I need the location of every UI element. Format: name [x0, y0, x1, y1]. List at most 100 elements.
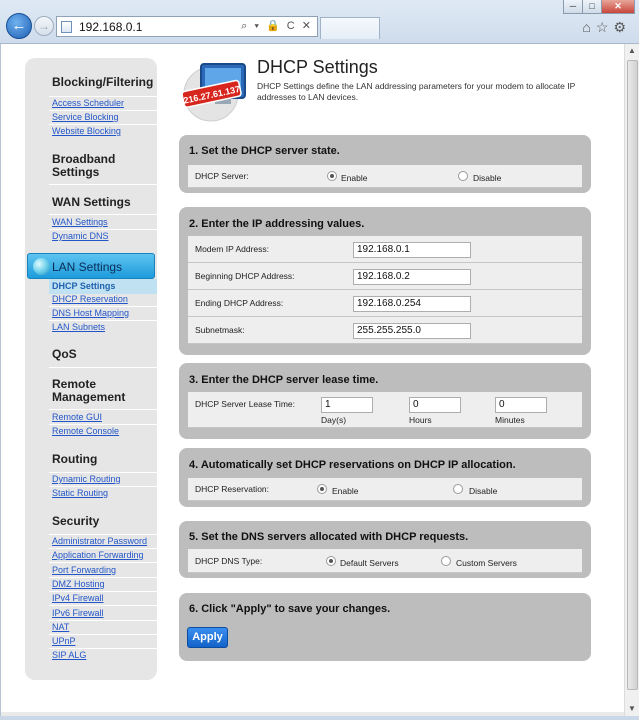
sidebar-item-administrator-password[interactable]: Administrator Password: [52, 536, 147, 546]
minimize-button[interactable]: ─: [563, 0, 583, 14]
sidebar-item-service-blocking[interactable]: Service Blocking: [52, 112, 119, 122]
back-arrow-icon: ←: [11, 17, 27, 34]
sidebar-item-website-blocking[interactable]: Website Blocking: [52, 126, 121, 136]
close-button[interactable]: ✕: [601, 0, 635, 14]
sidebar-item-dhcp-settings-label: DHCP Settings: [52, 281, 116, 291]
home-icon[interactable]: ⌂: [582, 19, 595, 35]
dhcp-reservation-disable-label[interactable]: Disable: [469, 486, 497, 496]
divider: [49, 605, 157, 606]
sidebar-item-wan-settings[interactable]: WAN Settings: [52, 217, 108, 227]
sidebar-item-static-routing[interactable]: Static Routing: [52, 488, 108, 498]
vertical-scrollbar[interactable]: ▲ ▼: [624, 44, 639, 716]
dns-default-servers-radio[interactable]: [326, 556, 336, 566]
section-title: 4. Automatically set DHCP reservations o…: [189, 459, 516, 471]
section-title: 5. Set the DNS servers allocated with DH…: [189, 531, 469, 543]
lease-time-label: DHCP Server Lease Time:: [195, 399, 295, 409]
dhcp-reservation-enable-radio[interactable]: [317, 484, 327, 494]
subnetmask-input[interactable]: 255.255.255.0: [353, 323, 471, 339]
dhcp-reservation-label: DHCP Reservation:: [195, 484, 270, 494]
section-title: 3. Enter the DHCP server lease time.: [189, 374, 379, 386]
divider: [49, 634, 157, 635]
form-row: Ending DHCP Address: 192.168.0.254: [188, 290, 582, 317]
section-dhcp-reservations: 4. Automatically set DHCP reservations o…: [179, 448, 591, 507]
scroll-up-icon[interactable]: ▲: [625, 44, 639, 58]
section-title: 2. Enter the IP addressing values.: [189, 218, 365, 230]
dns-custom-servers-label[interactable]: Custom Servers: [456, 558, 517, 568]
section-apply: 6. Click "Apply" to save your changes. A…: [179, 593, 591, 661]
sidebar-item-dhcp-reservation[interactable]: DHCP Reservation: [52, 294, 128, 304]
sidebar-heading-remote[interactable]: Remote Management: [25, 378, 157, 404]
section-lease-time: 3. Enter the DHCP server lease time. DHC…: [179, 363, 591, 439]
sidebar-item-lan-subnets[interactable]: LAN Subnets: [52, 322, 105, 332]
sidebar-heading-wan[interactable]: WAN Settings: [25, 196, 157, 209]
dhcp-server-enable-label[interactable]: Enable: [341, 173, 367, 183]
lease-minutes-input[interactable]: 0: [495, 397, 547, 413]
dhcp-server-enable-radio[interactable]: [327, 171, 337, 181]
back-button[interactable]: ←: [6, 13, 32, 39]
gear-icon[interactable]: ⚙: [613, 19, 631, 35]
forward-button[interactable]: →: [34, 16, 54, 36]
sidebar-item-application-forwarding[interactable]: Application Forwarding: [52, 550, 144, 560]
dhcp-reservation-disable-radio[interactable]: [453, 484, 463, 494]
maximize-button[interactable]: □: [582, 0, 602, 14]
minutes-label: Minutes: [495, 415, 525, 425]
dhcp-server-disable-radio[interactable]: [458, 171, 468, 181]
sidebar-item-dhcp-settings[interactable]: DHCP Settings: [49, 279, 157, 294]
scrollbar-thumb[interactable]: [627, 60, 638, 690]
sidebar-item-dns-host-mapping[interactable]: DNS Host Mapping: [52, 308, 129, 318]
sidebar-heading-routing[interactable]: Routing: [25, 453, 157, 466]
sidebar-item-remote-gui[interactable]: Remote GUI: [52, 412, 102, 422]
divider: [49, 577, 157, 578]
lease-hours-input[interactable]: 0: [409, 397, 461, 413]
divider: [49, 648, 157, 649]
beginning-dhcp-input[interactable]: 192.168.0.2: [353, 269, 471, 285]
section-title: 1. Set the DHCP server state.: [189, 145, 340, 157]
apply-button[interactable]: Apply: [187, 627, 228, 648]
section-ip-addressing: 2. Enter the IP addressing values. Modem…: [179, 207, 591, 355]
divider: [49, 486, 157, 487]
dns-default-servers-label[interactable]: Default Servers: [340, 558, 399, 568]
sidebar-item-ipv4-firewall[interactable]: IPv4 Firewall: [52, 593, 104, 603]
sidebar-heading-lan[interactable]: LAN Settings: [27, 253, 155, 279]
window-controls: ─ □ ✕: [563, 0, 635, 14]
page-content: Blocking/Filtering Access Scheduler Serv…: [0, 44, 625, 716]
divider: [49, 591, 157, 592]
star-icon[interactable]: ☆: [596, 19, 614, 35]
sidebar-item-access-scheduler[interactable]: Access Scheduler: [52, 98, 124, 108]
sidebar-heading-blocking[interactable]: Blocking/Filtering: [25, 76, 157, 89]
sidebar-item-port-forwarding[interactable]: Port Forwarding: [52, 565, 116, 575]
browser-tab[interactable]: [320, 17, 380, 39]
sidebar-item-upnp[interactable]: UPnP: [52, 636, 76, 646]
address-bar[interactable]: 192.168.0.1 ⌕ ▾ 🔒 C ✕: [56, 16, 318, 37]
sidebar-heading-security[interactable]: Security: [25, 515, 157, 528]
lease-days-input[interactable]: 1: [321, 397, 373, 413]
sidebar-item-nat[interactable]: NAT: [52, 622, 69, 632]
sidebar-heading-qos[interactable]: QoS: [25, 348, 157, 361]
address-url[interactable]: 192.168.0.1: [79, 20, 142, 34]
ending-dhcp-label: Ending DHCP Address:: [195, 298, 284, 308]
sidebar-item-ipv6-firewall[interactable]: IPv6 Firewall: [52, 608, 104, 618]
dns-custom-servers-radio[interactable]: [441, 556, 451, 566]
sidebar-item-dmz-hosting[interactable]: DMZ Hosting: [52, 579, 105, 589]
dhcp-server-disable-label[interactable]: Disable: [473, 173, 501, 183]
scroll-down-icon[interactable]: ▼: [625, 702, 639, 716]
sidebar-item-remote-console[interactable]: Remote Console: [52, 426, 119, 436]
sidebar-item-dynamic-routing[interactable]: Dynamic Routing: [52, 474, 121, 484]
divider: [49, 306, 157, 307]
section-dns-servers: 5. Set the DNS servers allocated with DH…: [179, 521, 591, 578]
section-dhcp-server-state: 1. Set the DHCP server state. DHCP Serve…: [179, 135, 591, 193]
sidebar-item-sip-alg[interactable]: SIP ALG: [52, 650, 86, 660]
sidebar-heading-broadband[interactable]: Broadband Settings: [25, 153, 157, 179]
divider: [49, 562, 157, 563]
page-description: DHCP Settings define the LAN addressing …: [257, 81, 576, 102]
sidebar-item-dynamic-dns[interactable]: Dynamic DNS: [52, 231, 109, 241]
dhcp-reservation-enable-label[interactable]: Enable: [332, 486, 358, 496]
form-row: DHCP Reservation: Enable Disable: [188, 478, 582, 501]
divider: [49, 184, 157, 185]
form-row: DHCP DNS Type: Default Servers Custom Se…: [188, 549, 582, 573]
sidebar: Blocking/Filtering Access Scheduler Serv…: [25, 58, 157, 680]
address-tools[interactable]: ⌕ ▾ 🔒 C ✕: [241, 19, 313, 33]
dhcp-server-label: DHCP Server:: [195, 171, 249, 181]
ending-dhcp-input[interactable]: 192.168.0.254: [353, 296, 471, 312]
modem-ip-input[interactable]: 192.168.0.1: [353, 242, 471, 258]
